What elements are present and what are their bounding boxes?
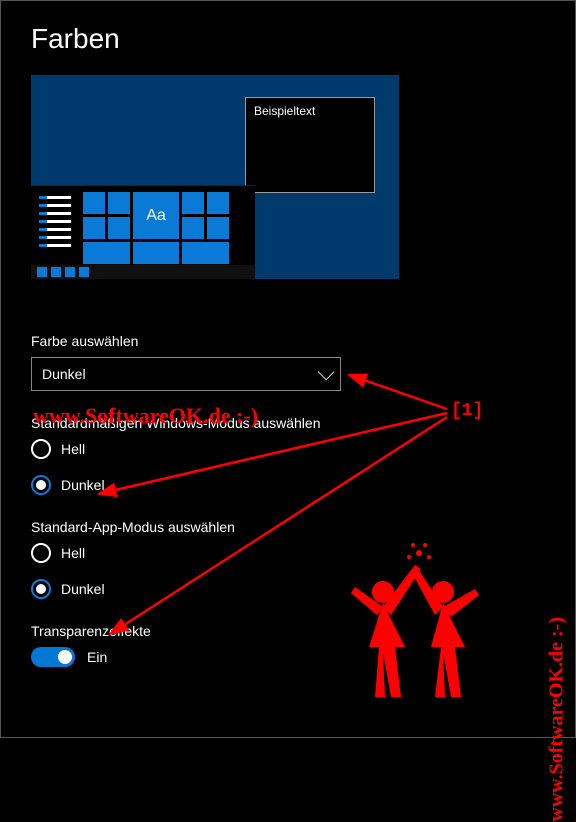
- color-preview: Beispieltext Aa: [31, 75, 399, 279]
- preview-taskbar: Aa: [31, 185, 255, 279]
- page-title: Farben: [31, 23, 549, 55]
- color-select-dropdown[interactable]: Dunkel: [31, 357, 341, 391]
- radio-icon: [31, 543, 51, 563]
- radio-icon: [31, 439, 51, 459]
- preview-tile-aa: Aa: [133, 192, 179, 239]
- app-mode-option-dark[interactable]: Dunkel: [31, 579, 549, 599]
- radio-label: Hell: [61, 545, 85, 561]
- windows-mode-label: Standardmäßigen Windows-Modus auswählen: [31, 415, 549, 431]
- preview-sample-window: Beispieltext: [245, 97, 375, 193]
- radio-label: Dunkel: [61, 477, 105, 493]
- app-mode-option-light[interactable]: Hell: [31, 543, 549, 563]
- transparency-label: Transparenzeffekte: [31, 623, 549, 639]
- radio-label: Dunkel: [61, 581, 105, 597]
- preview-sample-text: Beispieltext: [254, 104, 315, 118]
- app-mode-label: Standard-App-Modus auswählen: [31, 519, 549, 535]
- radio-icon: [31, 475, 51, 495]
- windows-mode-option-dark[interactable]: Dunkel: [31, 475, 549, 495]
- radio-label: Hell: [61, 441, 85, 457]
- transparency-toggle[interactable]: [31, 647, 75, 667]
- radio-icon: [31, 579, 51, 599]
- color-select-value: Dunkel: [42, 366, 86, 382]
- transparency-state: Ein: [87, 649, 107, 665]
- chevron-down-icon: [318, 363, 335, 380]
- color-select-label: Farbe auswählen: [31, 333, 549, 349]
- windows-mode-option-light[interactable]: Hell: [31, 439, 549, 459]
